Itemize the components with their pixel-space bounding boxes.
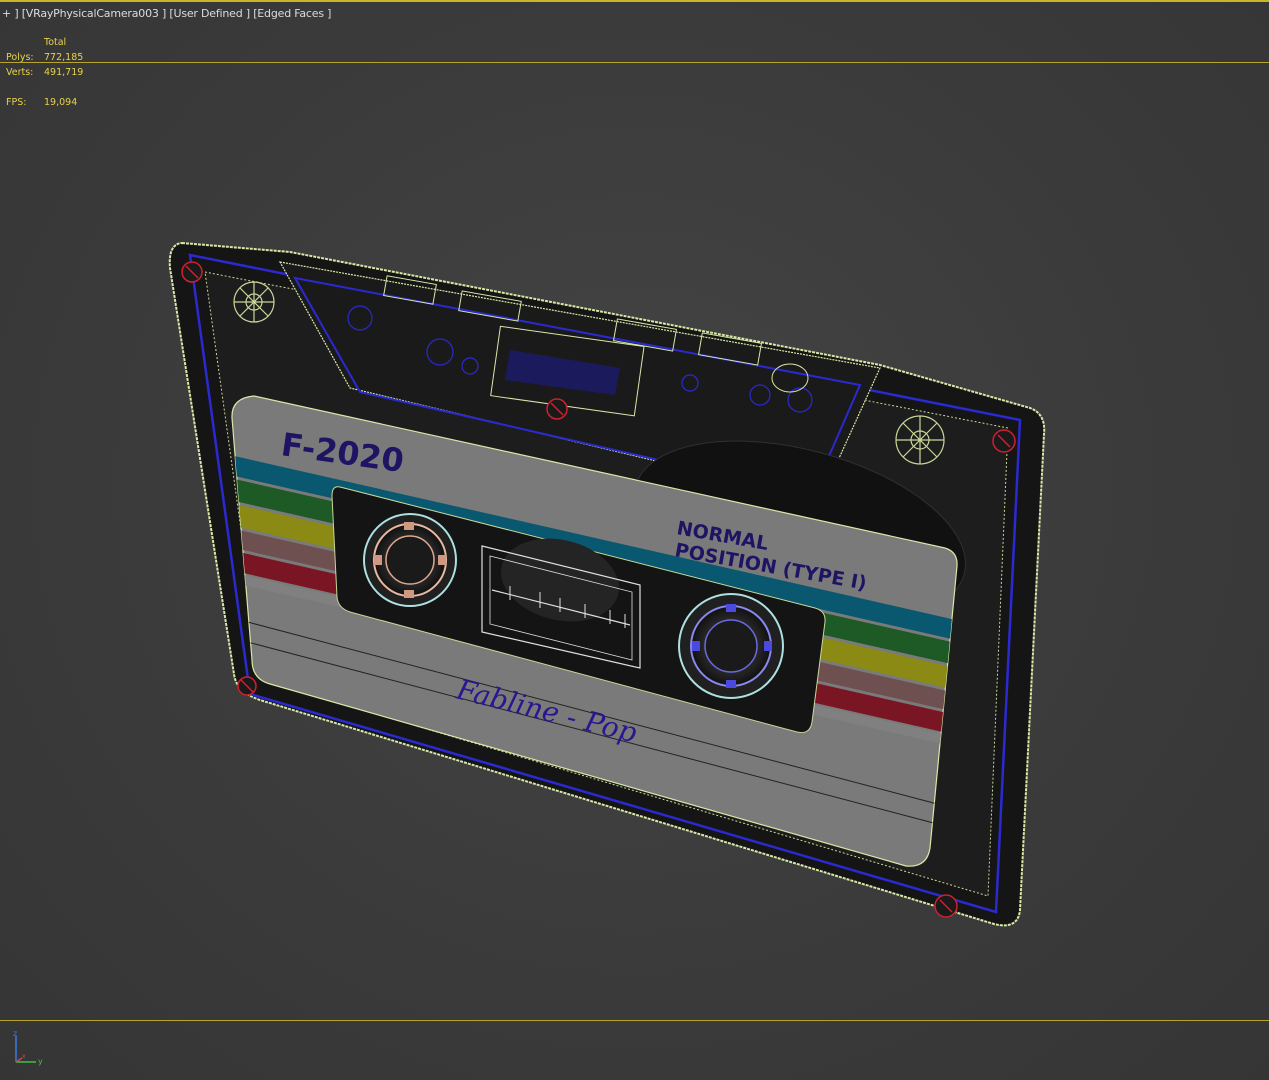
cassette-model[interactable]: F-2020 NORMAL POSITION (TYPE I) Fabline … — [0, 0, 1269, 1080]
viewport-display-menu[interactable]: [Edged Faces ] — [253, 7, 331, 20]
axis-gizmo-icon: z y x — [13, 1030, 43, 1066]
stats-polys-label: Polys: — [6, 52, 34, 63]
stats-verts-label: Verts: — [6, 67, 34, 78]
stats-fps-label: FPS: — [6, 97, 27, 108]
gear-left — [233, 281, 275, 323]
viewport-plus-menu[interactable]: + ] — [2, 7, 19, 20]
axis-y-label: y — [38, 1057, 43, 1066]
axis-z-label: z — [13, 1030, 17, 1038]
left-reel-hub — [363, 513, 457, 607]
viewport-label-menu[interactable]: + ] [VRayPhysicalCamera003 ] [User Defin… — [2, 7, 331, 20]
right-reel-hub — [678, 593, 784, 699]
stats-total-header: Total — [44, 37, 67, 48]
gear-right — [895, 415, 945, 465]
stats-verts-value: 491,719 — [44, 67, 84, 78]
viewport[interactable]: F-2020 NORMAL POSITION (TYPE I) Fabline … — [0, 0, 1269, 1080]
stats-polys-value: 772,185 — [44, 52, 84, 63]
viewport-camera-menu[interactable]: [VRayPhysicalCamera003 ] — [22, 7, 167, 20]
stats-fps-value: 19,094 — [44, 97, 78, 108]
viewport-shading-menu[interactable]: [User Defined ] — [169, 7, 250, 20]
axis-x-label: x — [22, 1053, 26, 1060]
